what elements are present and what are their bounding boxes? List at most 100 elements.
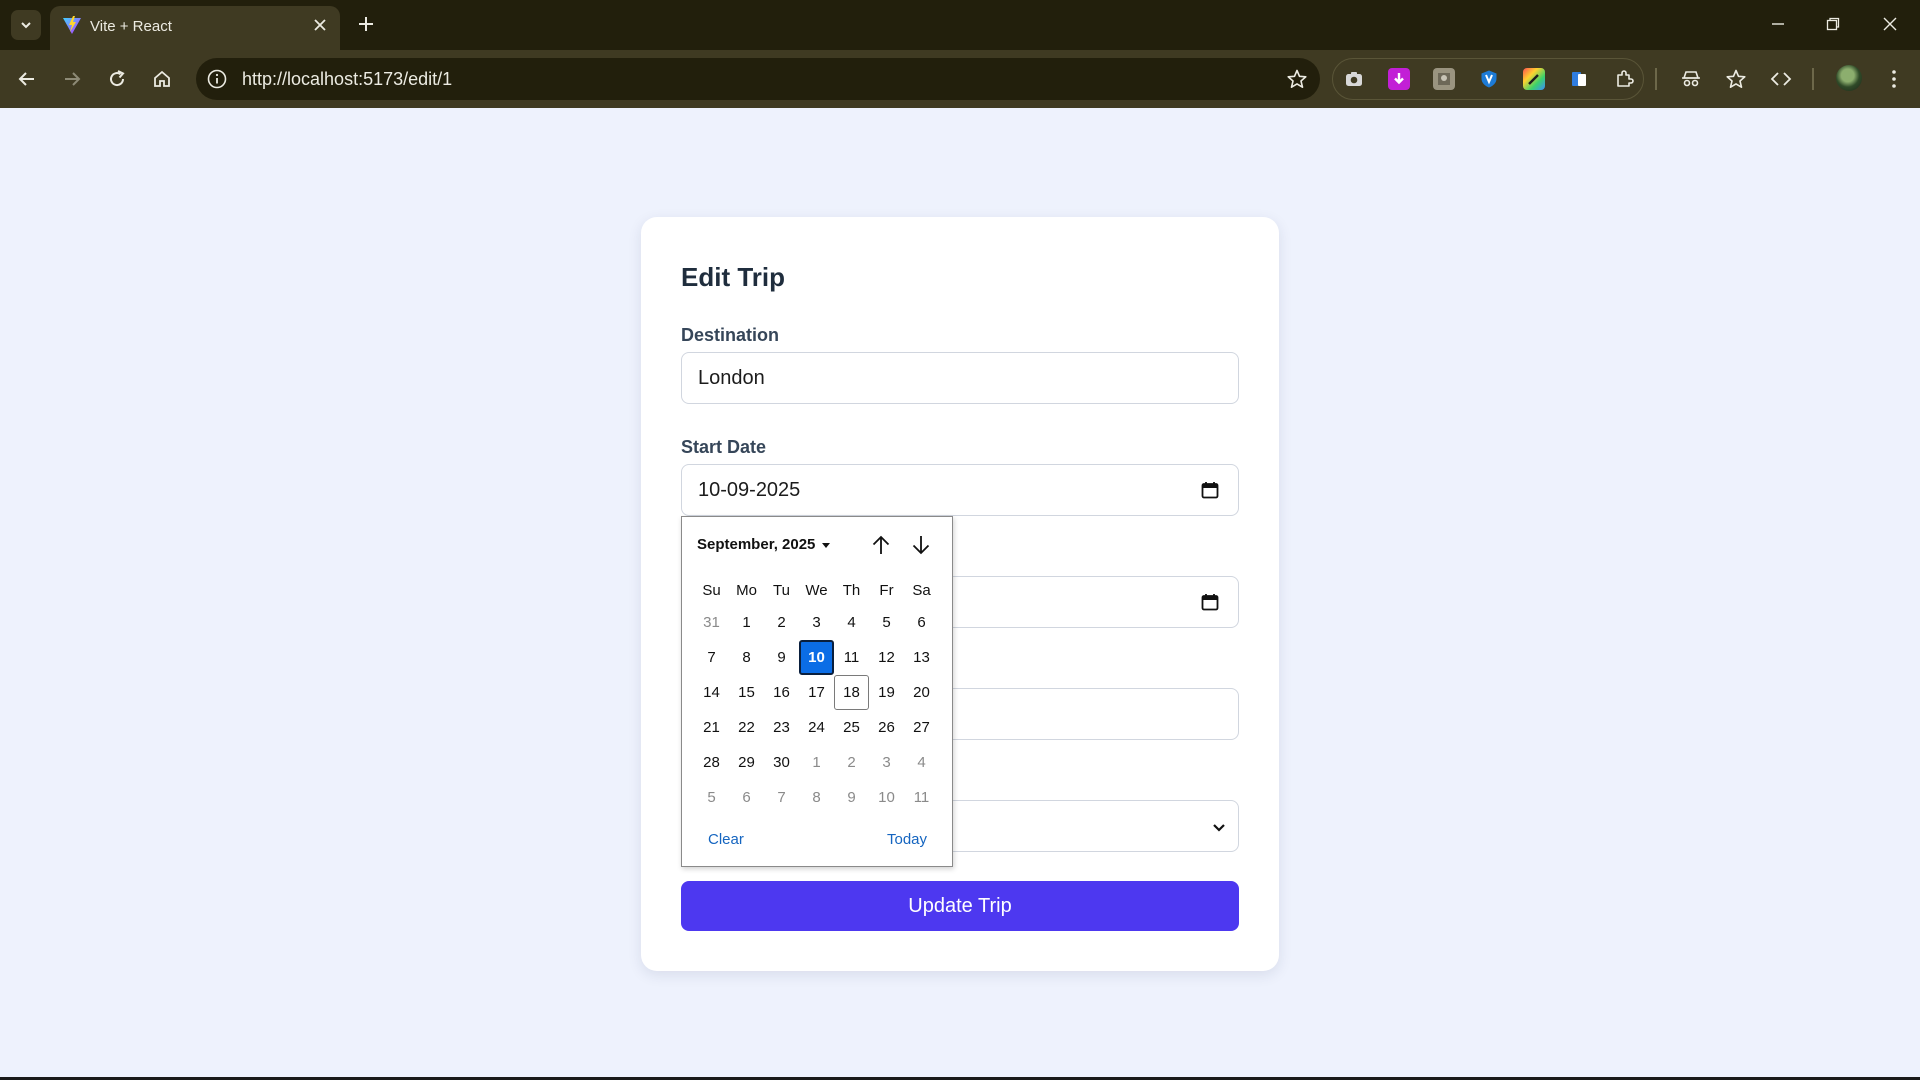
- start-date-input[interactable]: 10-09-2025: [681, 464, 1239, 516]
- calendar-day[interactable]: 2: [834, 745, 869, 780]
- page-title: Edit Trip: [681, 262, 785, 292]
- calendar-day[interactable]: 6: [904, 605, 939, 640]
- calendar-day[interactable]: 20: [904, 675, 939, 710]
- camera-extension[interactable]: [1343, 68, 1365, 90]
- home-button[interactable]: [148, 65, 176, 93]
- minimize-button[interactable]: [1766, 12, 1790, 36]
- calendar-day[interactable]: 5: [869, 605, 904, 640]
- calendar-day[interactable]: 10: [799, 640, 834, 675]
- calendar-day[interactable]: 26: [869, 710, 904, 745]
- devtools-button[interactable]: [1769, 67, 1793, 91]
- calendar-day[interactable]: 9: [834, 780, 869, 815]
- today-button[interactable]: Today: [887, 831, 927, 848]
- calendar-day[interactable]: 22: [729, 710, 764, 745]
- calendar-day[interactable]: 21: [694, 710, 729, 745]
- browser-menu-button[interactable]: [1882, 67, 1906, 91]
- calendar-day[interactable]: 9: [764, 640, 799, 675]
- forward-icon: [65, 72, 81, 86]
- calendar-icon[interactable]: [1200, 480, 1220, 500]
- calendar-day[interactable]: 16: [764, 675, 799, 710]
- code-icon: [1770, 72, 1792, 86]
- calendar-day[interactable]: 14: [694, 675, 729, 710]
- toolbar-divider: [1812, 68, 1814, 90]
- calendar-day[interactable]: 17: [799, 675, 834, 710]
- calendar-day[interactable]: 27: [904, 710, 939, 745]
- calendar-day[interactable]: 1: [729, 605, 764, 640]
- calendar-day[interactable]: 24: [799, 710, 834, 745]
- close-icon: [1883, 17, 1897, 31]
- favorites-button[interactable]: [1724, 67, 1748, 91]
- back-button[interactable]: [13, 65, 41, 93]
- weekday-label: Tu: [773, 582, 790, 599]
- forward-button[interactable]: [58, 65, 86, 93]
- calendar-day[interactable]: 3: [869, 745, 904, 780]
- weekday-label: Fr: [879, 582, 894, 599]
- next-month-button[interactable]: [908, 532, 934, 558]
- calendar-day[interactable]: 2: [764, 605, 799, 640]
- calendar-day[interactable]: 28: [694, 745, 729, 780]
- toolbar-divider: [1655, 68, 1657, 90]
- calendar-day[interactable]: 10: [869, 780, 904, 815]
- new-tab-button[interactable]: [354, 12, 378, 36]
- calendar-day[interactable]: 11: [904, 780, 939, 815]
- calendar-day[interactable]: 15: [729, 675, 764, 710]
- shield-extension[interactable]: [1478, 68, 1500, 90]
- profile-avatar[interactable]: [1836, 65, 1862, 91]
- image-icon: [1438, 73, 1450, 85]
- restore-button[interactable]: [1821, 12, 1845, 36]
- star-icon[interactable]: [1286, 68, 1308, 90]
- calendar-day[interactable]: 4: [834, 605, 869, 640]
- browser-tab[interactable]: Vite + React: [50, 6, 340, 50]
- document-extension[interactable]: [1568, 68, 1590, 90]
- calendar-day[interactable]: 19: [869, 675, 904, 710]
- calendar-icon[interactable]: [1200, 592, 1220, 612]
- calendar-day[interactable]: 12: [869, 640, 904, 675]
- color-extension[interactable]: [1523, 68, 1545, 90]
- address-url[interactable]: http://localhost:5173/edit/1: [242, 69, 452, 90]
- weekday-label: Su: [702, 582, 721, 599]
- reload-button[interactable]: [103, 65, 131, 93]
- calendar-day[interactable]: 29: [729, 745, 764, 780]
- calendar-day[interactable]: 25: [834, 710, 869, 745]
- download-extension[interactable]: [1388, 68, 1410, 90]
- calendar-day[interactable]: 6: [729, 780, 764, 815]
- calendar-day[interactable]: 30: [764, 745, 799, 780]
- plus-icon: [359, 17, 373, 31]
- calendar-day[interactable]: 13: [904, 640, 939, 675]
- calendar-day[interactable]: 1: [799, 745, 834, 780]
- calendar-day[interactable]: 8: [729, 640, 764, 675]
- calendar-day[interactable]: 7: [694, 640, 729, 675]
- incognito-button[interactable]: [1679, 67, 1703, 91]
- extensions-button[interactable]: [1613, 68, 1635, 90]
- month-year-selector[interactable]: September, 2025: [697, 536, 831, 553]
- tab-close-button[interactable]: [310, 15, 330, 35]
- home-icon: [154, 70, 170, 87]
- chevron-down-icon: [1213, 824, 1225, 832]
- date-picker-popup: September, 2025 Su Mo Tu We Th Fr Sa 31 1 2 3 4 5 6 7…: [681, 516, 953, 867]
- update-trip-button[interactable]: Update Trip: [681, 881, 1239, 931]
- destination-label: Destination: [681, 325, 780, 345]
- calendar-day[interactable]: 23: [764, 710, 799, 745]
- calendar-day[interactable]: 3: [799, 605, 834, 640]
- calendar-day[interactable]: 7: [764, 780, 799, 815]
- destination-value: London: [698, 367, 765, 389]
- previous-month-button[interactable]: [868, 532, 894, 558]
- clear-button[interactable]: Clear: [708, 831, 744, 848]
- tab-search-button[interactable]: [11, 10, 41, 40]
- weekday-label: Sa: [912, 582, 931, 599]
- info-icon[interactable]: [206, 68, 228, 90]
- vite-logo-icon: [63, 16, 81, 34]
- calendar-day[interactable]: 5: [694, 780, 729, 815]
- weekday-label: Mo: [736, 582, 757, 599]
- calendar-day[interactable]: 31: [694, 605, 729, 640]
- close-window-button[interactable]: [1878, 12, 1902, 36]
- calendar-day[interactable]: 8: [799, 780, 834, 815]
- calendar-day[interactable]: 18: [834, 675, 869, 710]
- calendar-day[interactable]: 11: [834, 640, 869, 675]
- caret-down-icon: [822, 542, 831, 548]
- address-bar[interactable]: http://localhost:5173/edit/1: [196, 58, 1320, 100]
- calendar-day[interactable]: 4: [904, 745, 939, 780]
- tab-title: Vite + React: [90, 18, 172, 35]
- image-extension[interactable]: [1433, 68, 1455, 90]
- destination-input[interactable]: London: [681, 352, 1239, 404]
